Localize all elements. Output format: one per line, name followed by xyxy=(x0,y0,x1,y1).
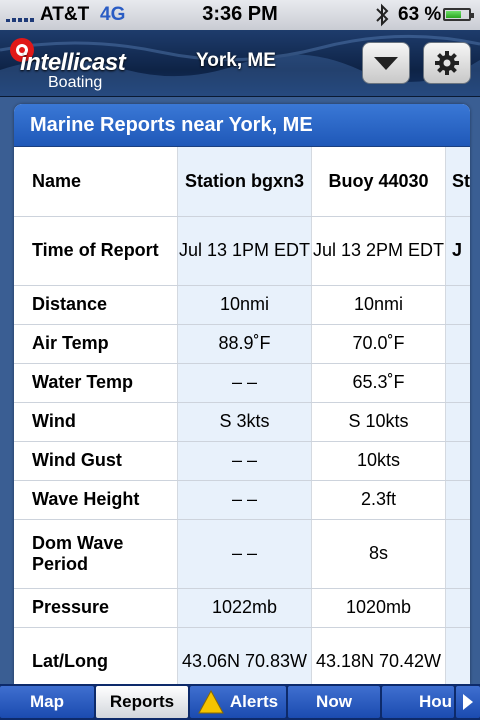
table-cell xyxy=(445,363,470,403)
triangle-down-icon xyxy=(374,57,398,70)
reports-table[interactable]: Name Station bgxn3 Buoy 44030 St Time of… xyxy=(14,147,470,684)
table-cell: Jul 13 1PM EDT xyxy=(177,216,312,286)
table-row: Wave Height – – 2.3ft xyxy=(14,480,470,520)
location-dropdown-button[interactable] xyxy=(362,42,410,84)
bluetooth-icon xyxy=(376,3,389,27)
row-label: Wind xyxy=(14,402,178,442)
row-label: Wave Height xyxy=(14,480,178,520)
table-cell: – – xyxy=(177,441,312,481)
row-label: Lat/Long xyxy=(14,627,178,684)
table-cell xyxy=(445,285,470,325)
tab-alerts[interactable]: Alerts xyxy=(190,686,286,718)
tab-label: Reports xyxy=(109,692,175,711)
table-cell xyxy=(445,519,470,589)
table-cell: J xyxy=(445,216,470,286)
status-bar: AT&T 4G 3:36 PM 63 % xyxy=(0,0,480,30)
table-cell: 2.3ft xyxy=(311,480,446,520)
column-header-station[interactable]: Station bgxn3 xyxy=(177,147,312,217)
tab-bar: Map Reports Alerts Now Hou xyxy=(0,684,480,720)
table-cell: 10nmi xyxy=(311,285,446,325)
table-cell: 10kts xyxy=(311,441,446,481)
column-header-buoy[interactable]: Buoy 44030 xyxy=(311,147,446,217)
table-row: Wind Gust – – 10kts xyxy=(14,441,470,481)
app-header: intellicast Boating York, ME xyxy=(0,30,480,97)
tab-hourly[interactable]: Hou xyxy=(382,686,454,718)
table-cell xyxy=(445,324,470,364)
table-cell: 1022mb xyxy=(177,588,312,628)
table-cell: 1020mb xyxy=(311,588,446,628)
table-row: Distance 10nmi 10nmi xyxy=(14,285,470,325)
table-cell: 65.3˚F xyxy=(311,363,446,403)
tab-map[interactable]: Map xyxy=(0,686,94,718)
tab-label: Now xyxy=(316,692,352,711)
brand-subtitle: Boating xyxy=(48,74,103,91)
tab-label: Alerts xyxy=(229,692,279,711)
table-row: Wind S 3kts S 10kts xyxy=(14,402,470,442)
table-row: Time of Report Jul 13 1PM EDT Jul 13 2PM… xyxy=(14,216,470,286)
row-label: Air Temp xyxy=(14,324,178,364)
table-cell xyxy=(445,480,470,520)
battery-percent: 63 % xyxy=(398,4,442,25)
table-cell: 70.0˚F xyxy=(311,324,446,364)
table-cell: Jul 13 2PM EDT xyxy=(311,216,446,286)
row-label: Distance xyxy=(14,285,178,325)
location-title: York, ME xyxy=(196,50,276,71)
table-row: Pressure 1022mb 1020mb xyxy=(14,588,470,628)
tab-label: Map xyxy=(30,692,64,711)
table-row: Dom Wave Period – – 8s xyxy=(14,519,470,589)
battery-icon xyxy=(443,8,474,21)
row-label: Time of Report xyxy=(14,216,178,286)
row-label: Water Temp xyxy=(14,363,178,403)
table-row: Water Temp – – 65.3˚F xyxy=(14,363,470,403)
panel-title: Marine Reports near York, ME xyxy=(14,104,470,147)
table-cell xyxy=(445,588,470,628)
table-cell: – – xyxy=(177,519,312,589)
gear-icon xyxy=(435,51,459,75)
table-cell xyxy=(445,441,470,481)
table-header-row: Name Station bgxn3 Buoy 44030 St xyxy=(14,147,470,217)
tabs-scroll-right-button[interactable] xyxy=(456,686,480,718)
table-cell: 88.9˚F xyxy=(177,324,312,364)
settings-button[interactable] xyxy=(423,42,471,84)
row-label: Dom Wave Period xyxy=(14,519,178,589)
table-row: Air Temp 88.9˚F 70.0˚F xyxy=(14,324,470,364)
table-cell: 43.06N 70.83W xyxy=(177,627,312,684)
table-cell xyxy=(445,627,470,684)
row-label: Pressure xyxy=(14,588,178,628)
row-label: Wind Gust xyxy=(14,441,178,481)
table-cell xyxy=(445,402,470,442)
table-cell: S 3kts xyxy=(177,402,312,442)
table-cell: – – xyxy=(177,363,312,403)
table-cell: S 10kts xyxy=(311,402,446,442)
tab-reports[interactable]: Reports xyxy=(96,686,188,718)
table-cell: 43.18N 70.42W xyxy=(311,627,446,684)
tab-label: Hou xyxy=(418,692,452,711)
table-cell: 8s xyxy=(311,519,446,589)
column-header-name: Name xyxy=(14,147,178,217)
warning-icon xyxy=(198,690,224,714)
table-row: Lat/Long 43.06N 70.83W 43.18N 70.42W xyxy=(14,627,470,684)
table-cell: 10nmi xyxy=(177,285,312,325)
chevron-right-icon xyxy=(463,694,473,710)
column-header-partial[interactable]: St xyxy=(445,147,470,217)
tab-now[interactable]: Now xyxy=(288,686,380,718)
brand-logo: intellicast xyxy=(20,49,126,76)
marine-reports-panel: Marine Reports near York, ME Name Statio… xyxy=(14,104,470,684)
table-cell: – – xyxy=(177,480,312,520)
